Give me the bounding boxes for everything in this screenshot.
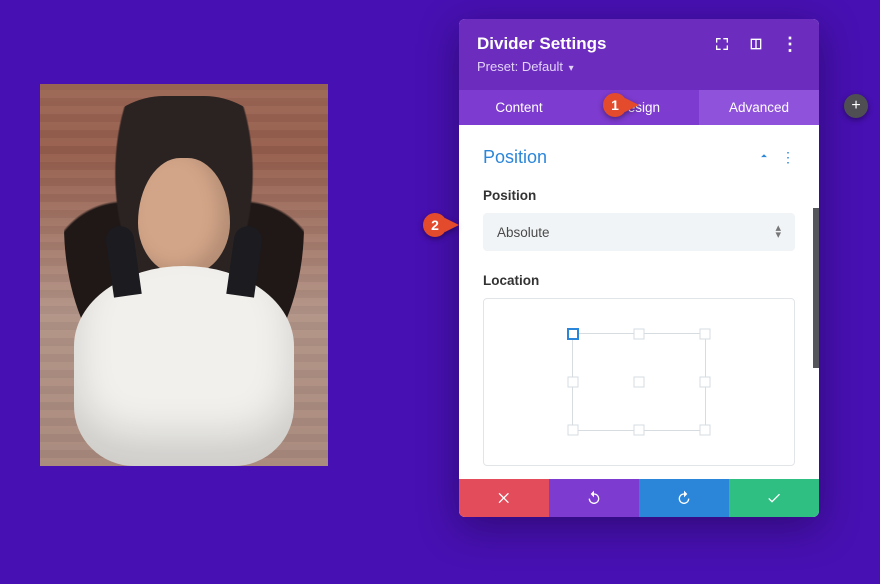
undo-icon [586, 490, 602, 506]
location-point-middle-center[interactable] [634, 377, 645, 388]
panel-footer [459, 479, 819, 517]
location-picker [483, 298, 795, 466]
position-select[interactable]: Absolute ▴▾ [483, 213, 795, 251]
section-menu-icon[interactable]: ⋮ [781, 149, 795, 166]
position-field-label: Position [483, 188, 795, 203]
settings-tabs: Content Design Advanced [459, 90, 819, 125]
location-point-middle-right[interactable] [700, 377, 711, 388]
location-point-top-left[interactable] [567, 328, 579, 340]
snap-icon[interactable] [745, 33, 767, 55]
location-point-top-center[interactable] [634, 329, 645, 340]
panel-body: Position ⋮ Position Absolute ▴▾ Location [459, 125, 819, 479]
location-point-bottom-center[interactable] [634, 425, 645, 436]
location-field-label: Location [483, 273, 795, 288]
close-icon [496, 490, 512, 506]
plus-icon: + [851, 97, 860, 115]
save-button[interactable] [729, 479, 819, 517]
location-grid [572, 333, 706, 431]
location-point-middle-left[interactable] [568, 377, 579, 388]
cancel-button[interactable] [459, 479, 549, 517]
location-point-bottom-left[interactable] [568, 425, 579, 436]
location-point-top-right[interactable] [700, 329, 711, 340]
check-icon [766, 490, 782, 506]
panel-header: Divider Settings ⋮ Preset: Default ▾ [459, 19, 819, 90]
section-position-header[interactable]: Position ⋮ [483, 147, 795, 168]
expand-icon[interactable] [711, 33, 733, 55]
preset-selector[interactable]: Preset: Default ▾ [477, 55, 801, 86]
divider-settings-panel: Divider Settings ⋮ Preset: Default ▾ Con… [459, 19, 819, 517]
undo-button[interactable] [549, 479, 639, 517]
tab-content[interactable]: Content [459, 90, 579, 125]
tab-design[interactable]: Design [579, 90, 699, 125]
panel-scrollbar[interactable] [813, 208, 819, 368]
add-module-button[interactable]: + [844, 94, 868, 118]
redo-icon [676, 490, 692, 506]
panel-menu-icon[interactable]: ⋮ [779, 33, 801, 55]
location-point-bottom-right[interactable] [700, 425, 711, 436]
chevron-up-icon[interactable] [757, 149, 771, 166]
redo-button[interactable] [639, 479, 729, 517]
team-member-image [40, 84, 328, 466]
tab-advanced[interactable]: Advanced [699, 90, 819, 125]
panel-title-text: Divider Settings [477, 34, 606, 54]
caret-down-icon: ▾ [569, 63, 574, 74]
annotation-step-2: 2 [423, 213, 459, 237]
preset-value: Default [522, 59, 563, 74]
select-caret-icon: ▴▾ [775, 225, 781, 238]
position-select-value: Absolute [497, 225, 550, 240]
preset-label: Preset: [477, 59, 518, 74]
section-title: Position [483, 147, 547, 168]
